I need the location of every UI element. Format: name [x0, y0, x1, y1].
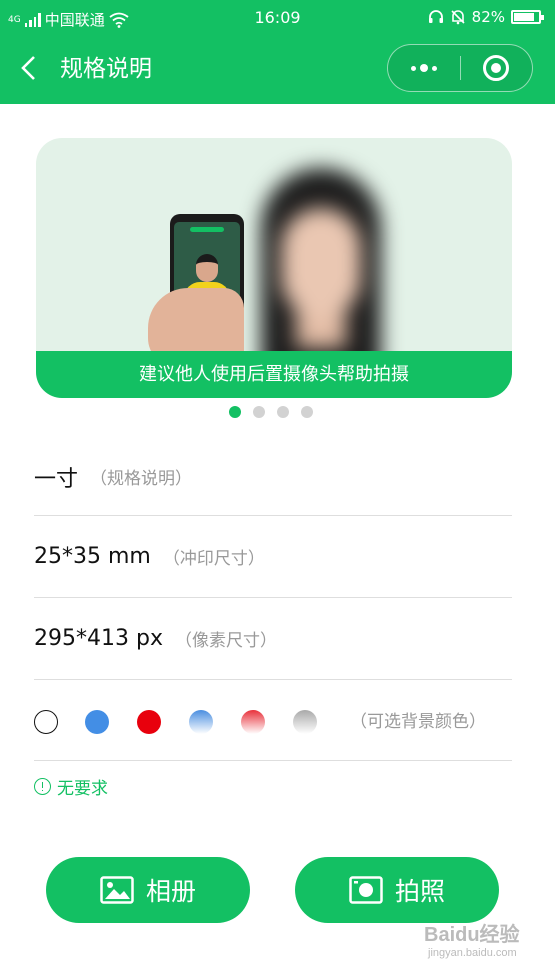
album-label: 相册 [145, 877, 196, 906]
carousel-indicator [229, 406, 313, 418]
spec-value: 295*413 px [34, 626, 163, 651]
headset-icon [428, 10, 443, 23]
carousel-dot[interactable] [253, 406, 265, 418]
banner-carousel[interactable]: 建议他人使用后置摄像头帮助拍摄 [36, 138, 512, 398]
color-swatch-white[interactable] [34, 710, 58, 734]
page: 4G 中国联通 16:09 82% 规格说明 建议他人使用后置摄像头帮助拍摄 一… [0, 0, 555, 975]
mini-program-capsule [387, 44, 533, 92]
watermark-brand: Baidu经验 [424, 924, 520, 946]
info-circle-icon [34, 778, 51, 795]
app-header: 4G 中国联通 16:09 82% 规格说明 [0, 0, 555, 104]
status-bar: 4G 中国联通 16:09 82% [0, 0, 555, 36]
more-dots-icon[interactable] [388, 45, 460, 91]
spec-note: （像素尺寸） [174, 631, 277, 651]
spec-row-size-name: 一寸 （规格说明） [34, 438, 512, 516]
requirement-hint: 无要求 [34, 774, 108, 799]
spec-row-print-size: 25*35 mm （冲印尺寸） [34, 516, 512, 598]
spec-note: （规格说明） [90, 469, 193, 489]
color-swatch-red[interactable] [137, 710, 161, 734]
color-swatch-red-gradient[interactable] [241, 710, 265, 734]
watermark-url: jingyan.baidu.com [428, 947, 517, 959]
spec-value: 一寸 [34, 466, 79, 492]
carousel-dot[interactable] [277, 406, 289, 418]
image-icon [100, 876, 134, 904]
camera-icon [349, 876, 383, 904]
color-note: （可选背景颜色） [350, 712, 486, 732]
color-swatch-blue[interactable] [85, 710, 109, 734]
camera-label: 拍照 [394, 877, 445, 906]
capsule-divider [460, 56, 461, 80]
spec-value: 25*35 mm [34, 544, 151, 569]
alarm-muted-icon [451, 10, 465, 25]
battery-icon [511, 10, 544, 24]
carousel-dot[interactable] [229, 406, 241, 418]
color-swatch-blue-gradient[interactable] [189, 710, 213, 734]
spec-row-pixel-size: 295*413 px （像素尺寸） [34, 598, 512, 680]
album-button[interactable]: 相册 [46, 857, 250, 923]
record-circle-icon[interactable] [483, 55, 509, 81]
requirement-text: 无要求 [57, 779, 108, 799]
spec-note: （冲印尺寸） [162, 549, 265, 569]
page-title: 规格说明 [60, 56, 152, 82]
battery-percent: 82% [471, 8, 505, 26]
carousel-dot[interactable] [301, 406, 313, 418]
banner-caption: 建议他人使用后置摄像头帮助拍摄 [36, 351, 512, 398]
status-right: 82% [428, 8, 544, 26]
nav-bar: 规格说明 [0, 36, 555, 104]
color-swatch-gray-gradient[interactable] [293, 710, 317, 734]
background-color-row: （可选背景颜色） [34, 680, 512, 761]
chevron-left-icon[interactable] [14, 52, 46, 84]
camera-button[interactable]: 拍照 [295, 857, 499, 923]
battery-fill [514, 13, 534, 21]
watermark-logo: Baidu经验 jingyan.baidu.com [424, 918, 520, 959]
